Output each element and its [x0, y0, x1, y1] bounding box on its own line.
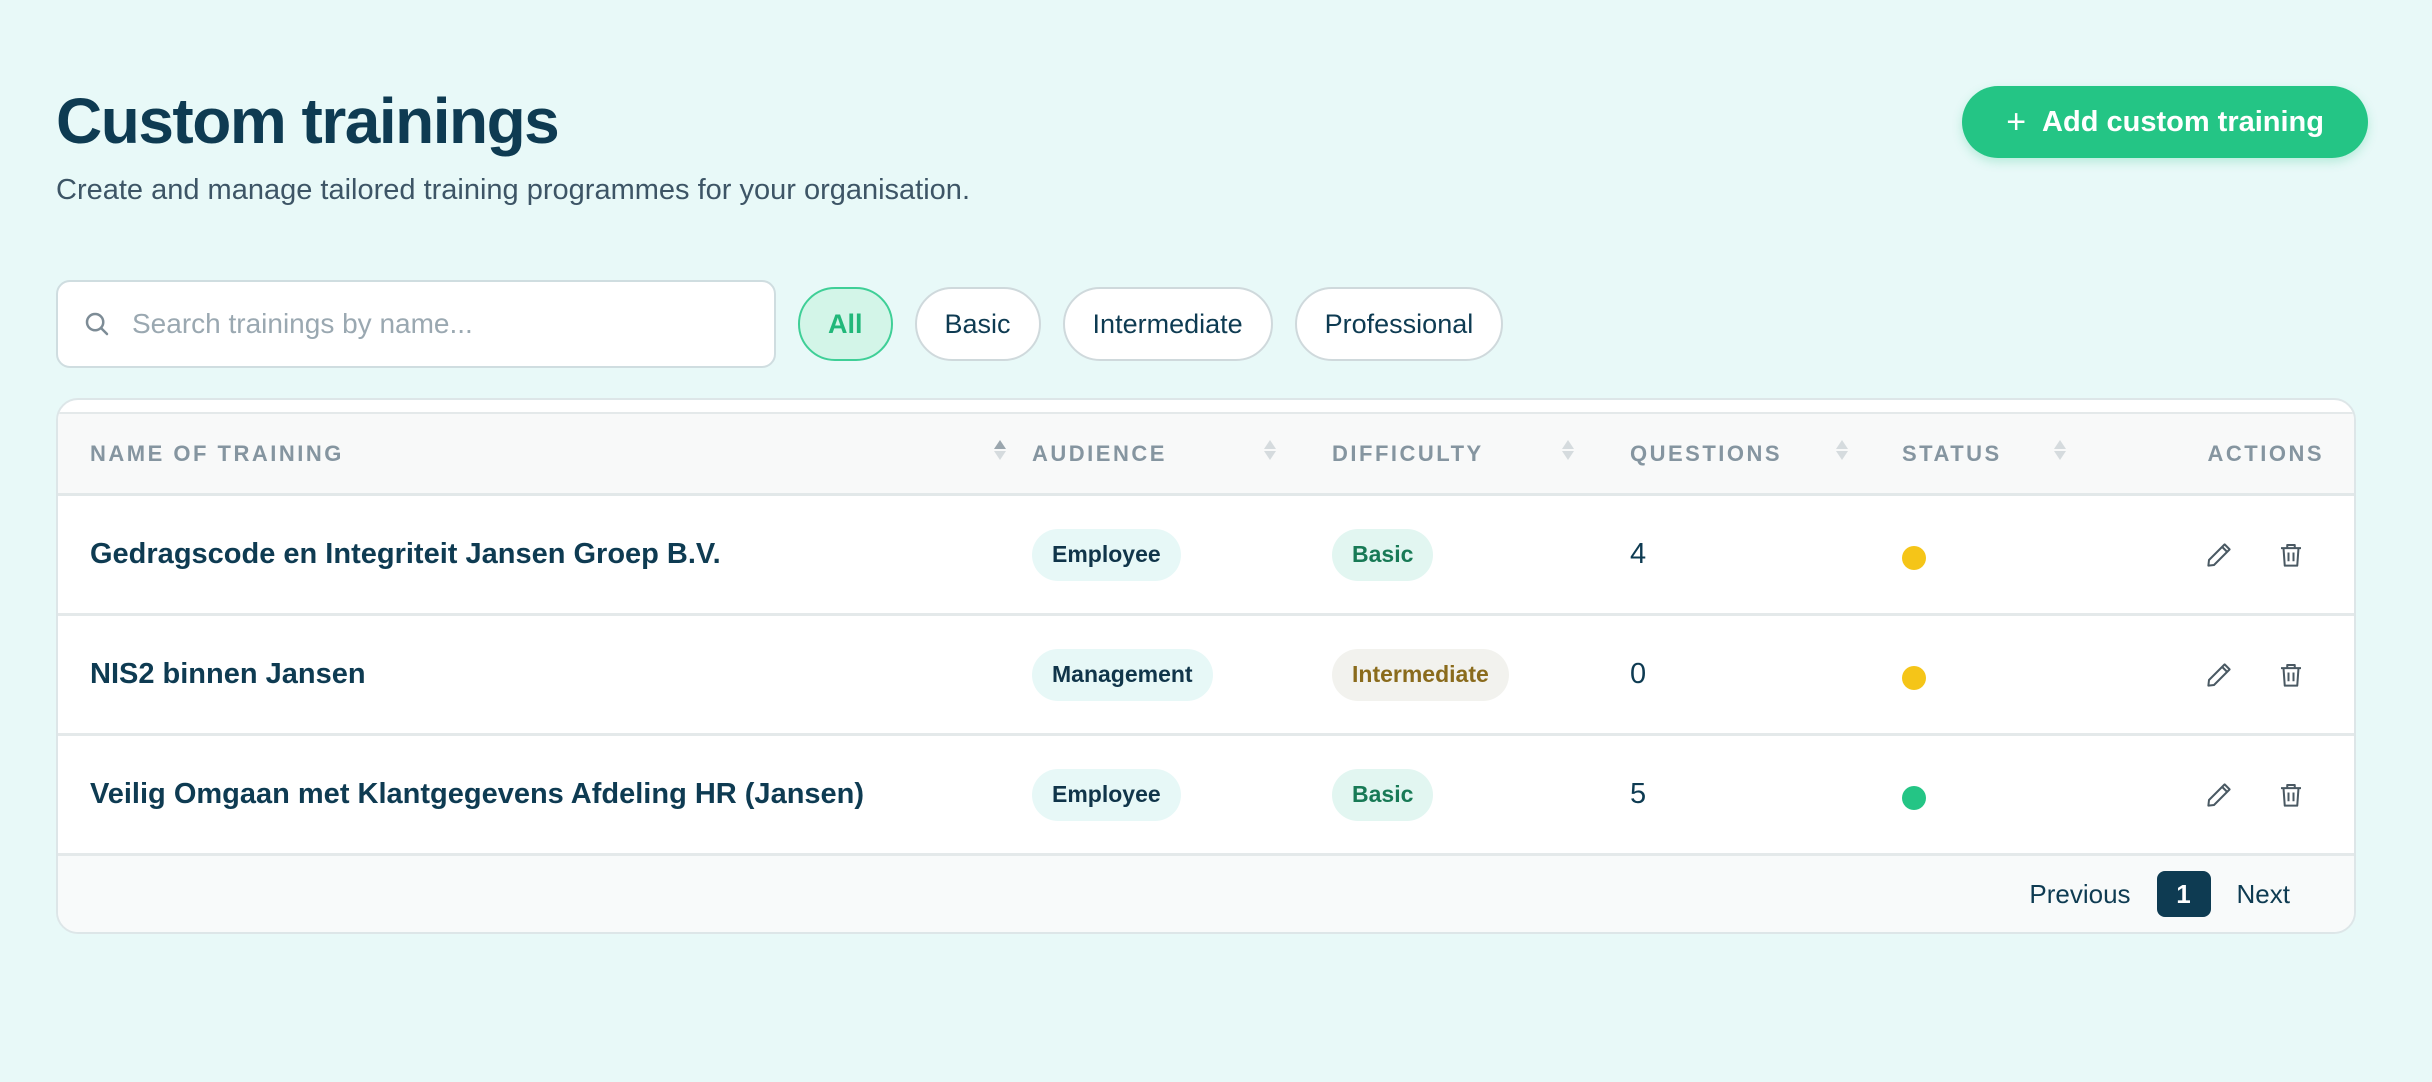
- sort-icon: [1264, 440, 1276, 460]
- trash-icon: [2281, 543, 2301, 567]
- status-indicator: [1902, 665, 1926, 690]
- audience-badge: Employee: [1032, 768, 1181, 821]
- table-row[interactable]: NIS2 binnen Jansen Management Intermedia…: [58, 616, 2354, 736]
- edit-button[interactable]: [2202, 778, 2236, 812]
- audience-cell: Employee: [1032, 528, 1332, 581]
- column-header-questions[interactable]: QUESTIONS: [1630, 414, 1902, 493]
- difficulty-badge: Intermediate: [1332, 648, 1509, 701]
- status-cell: [1902, 660, 2132, 690]
- sort-icon: [2054, 440, 2066, 460]
- plus-icon: +: [2006, 103, 2027, 141]
- question-count: 5: [1630, 778, 1647, 810]
- sort-icon: [994, 440, 1006, 460]
- table-row[interactable]: Gedragscode en Integriteit Jansen Groep …: [58, 496, 2354, 616]
- column-header-status[interactable]: STATUS: [1902, 414, 2132, 493]
- filter-chip-professional[interactable]: Professional: [1294, 287, 1504, 361]
- column-header-audience[interactable]: AUDIENCE: [1032, 414, 1332, 493]
- column-header-difficulty[interactable]: DIFFICULTY: [1332, 414, 1630, 493]
- audience-badge: Management: [1032, 648, 1213, 701]
- delete-button[interactable]: [2274, 658, 2308, 692]
- status-indicator: [1902, 545, 1926, 570]
- row-actions: [2132, 658, 2354, 692]
- status-indicator: [1902, 785, 1926, 810]
- edit-button[interactable]: [2202, 538, 2236, 572]
- questions-cell: 5: [1630, 778, 1902, 811]
- page: Custom trainings Create and manage tailo…: [0, 0, 2432, 1082]
- table-header: NAME OF TRAINING AUDIENCE DIFFICULTY QUE…: [58, 412, 2354, 496]
- audience-cell: Management: [1032, 648, 1332, 701]
- row-actions: [2132, 538, 2354, 572]
- column-header-name-label: NAME OF TRAINING: [90, 440, 344, 466]
- trash-icon: [2281, 663, 2301, 687]
- search-input[interactable]: [132, 308, 732, 340]
- question-count: 0: [1630, 658, 1647, 690]
- difficulty-cell: Intermediate: [1332, 648, 1630, 701]
- training-name: Gedragscode en Integriteit Jansen Groep …: [90, 538, 721, 570]
- sort-icon: [1836, 440, 1848, 460]
- column-header-actions-label: ACTIONS: [2207, 440, 2324, 466]
- audience-cell: Employee: [1032, 768, 1332, 821]
- delete-button[interactable]: [2274, 538, 2308, 572]
- training-name-cell: NIS2 binnen Jansen: [58, 658, 1032, 691]
- training-name-cell: Veilig Omgaan met Klantgegevens Afdeling…: [58, 778, 1032, 811]
- current-page-button[interactable]: 1: [2156, 871, 2211, 917]
- pencil-icon: [2207, 782, 2231, 807]
- page-header: Custom trainings Create and manage tailo…: [56, 86, 2376, 246]
- filter-chip-basic[interactable]: Basic: [914, 287, 1041, 361]
- column-header-questions-label: QUESTIONS: [1630, 440, 1783, 466]
- training-name-cell: Gedragscode en Integriteit Jansen Groep …: [58, 538, 1032, 571]
- audience-badge: Employee: [1032, 528, 1181, 581]
- column-header-status-label: STATUS: [1902, 440, 2002, 466]
- delete-button[interactable]: [2274, 778, 2308, 812]
- filter-chip-all[interactable]: All: [798, 287, 893, 361]
- question-count: 4: [1630, 538, 1647, 570]
- search-box[interactable]: [56, 280, 776, 368]
- page-subtitle: Create and manage tailored training prog…: [56, 174, 970, 207]
- status-cell: [1902, 540, 2132, 570]
- add-custom-training-label: Add custom training: [2042, 105, 2324, 138]
- difficulty-badge: Basic: [1332, 528, 1434, 581]
- questions-cell: 4: [1630, 538, 1902, 571]
- previous-page-button[interactable]: Previous: [2029, 879, 2130, 910]
- difficulty-badge: Basic: [1332, 768, 1434, 821]
- pagination: Previous 1 Next: [58, 856, 2354, 932]
- questions-cell: 0: [1630, 658, 1902, 691]
- toolbar: All Basic Intermediate Professional: [56, 280, 2376, 368]
- next-page-button[interactable]: Next: [2237, 879, 2290, 910]
- column-header-difficulty-label: DIFFICULTY: [1332, 440, 1484, 466]
- column-header-actions: ACTIONS: [2132, 414, 2354, 493]
- sort-icon: [1562, 440, 1574, 460]
- pencil-icon: [2207, 542, 2231, 567]
- filter-chip-intermediate[interactable]: Intermediate: [1062, 287, 1273, 361]
- training-name: NIS2 binnen Jansen: [90, 658, 366, 690]
- difficulty-cell: Basic: [1332, 768, 1630, 821]
- pencil-icon: [2207, 662, 2231, 687]
- edit-button[interactable]: [2202, 658, 2236, 692]
- add-custom-training-button[interactable]: + Add custom training: [1962, 86, 2368, 158]
- training-name: Veilig Omgaan met Klantgegevens Afdeling…: [90, 778, 865, 810]
- column-header-audience-label: AUDIENCE: [1032, 440, 1167, 466]
- difficulty-filter: All Basic Intermediate Professional: [798, 287, 1504, 361]
- column-header-name[interactable]: NAME OF TRAINING: [58, 414, 1032, 493]
- search-icon: [85, 312, 109, 336]
- trash-icon: [2281, 783, 2301, 807]
- difficulty-cell: Basic: [1332, 528, 1630, 581]
- status-cell: [1902, 780, 2132, 810]
- row-actions: [2132, 778, 2354, 812]
- trainings-table: NAME OF TRAINING AUDIENCE DIFFICULTY QUE…: [56, 398, 2356, 934]
- table-row[interactable]: Veilig Omgaan met Klantgegevens Afdeling…: [58, 736, 2354, 856]
